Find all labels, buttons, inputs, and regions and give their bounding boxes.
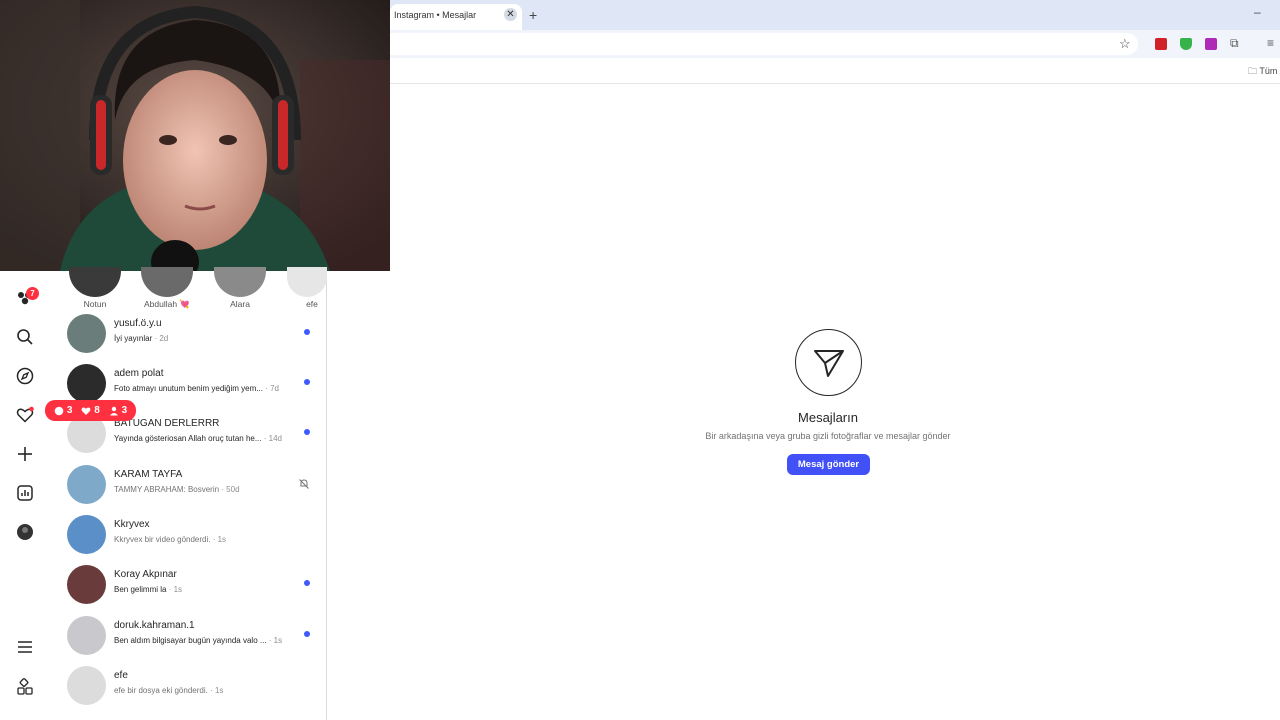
new-tab-button[interactable]: +	[529, 7, 537, 23]
search-icon[interactable]	[14, 326, 36, 348]
note-name: Notun	[83, 299, 107, 309]
explore-icon[interactable]	[14, 365, 36, 387]
conversation-avatar	[67, 364, 106, 403]
webcam-overlay	[0, 0, 390, 271]
unread-dot	[304, 429, 310, 435]
send-message-button[interactable]: Mesaj gönder	[787, 454, 870, 475]
conversation-avatar	[67, 616, 106, 655]
unread-dot	[304, 379, 310, 385]
conversation-avatar	[67, 565, 106, 604]
conversation-name: KARAM TAYFA	[114, 469, 183, 480]
threads-badge: 7	[26, 287, 39, 300]
tab-strip	[390, 0, 1280, 30]
conversation-preview: Ben aldım bilgisayar bugün yayında valo …	[114, 636, 283, 645]
purple-extension-icon[interactable]	[1205, 38, 1217, 50]
activity-notification-popup[interactable]: 3 8 3	[45, 400, 136, 421]
conversation-preview: İyi yayınlar · 2d	[114, 334, 169, 343]
bookmarks-bar	[390, 58, 1280, 84]
browser-tab[interactable]: Instagram • Mesajlar	[390, 4, 522, 30]
conversation-preview: Ben gelimmi la · 1s	[114, 585, 183, 594]
conversation-preview: Foto atmayı unutum benim yediğim yem... …	[114, 384, 279, 393]
empty-state-title: Mesajların	[798, 410, 858, 425]
tab-title: Instagram • Mesajlar	[394, 10, 477, 20]
muted-bell-icon	[298, 477, 310, 495]
puzzle-icon[interactable]: ⧉	[1230, 36, 1239, 51]
conversation-preview: Yayında gösteriosan Allah oruç tutan he.…	[114, 434, 282, 443]
conversation-row[interactable]: KARAM TAYFA TAMMY ABRAHAM: Bosverin · 50…	[50, 460, 326, 510]
comment-count: 3	[54, 405, 72, 416]
empty-state-subtitle: Bir arkadaşına veya gruba gizli fotoğraf…	[705, 431, 951, 441]
like-count: 8	[81, 405, 100, 416]
bookmark-folder[interactable]: 🗀 Tüm	[1248, 64, 1277, 80]
unread-dot	[304, 631, 310, 637]
conversation-avatar	[67, 465, 106, 504]
conversation-name: doruk.kahraman.1	[114, 620, 195, 631]
tab-close-icon[interactable]: ✕	[504, 8, 517, 21]
shield-extension-icon[interactable]	[1180, 38, 1192, 50]
like-icon	[81, 406, 91, 415]
conversation-row[interactable]: Koray Akpınar Ben gelimmi la · 1s	[50, 560, 326, 610]
create-icon[interactable]	[14, 443, 36, 465]
conversation-preview: efe bir dosya eki gönderdi. · 1s	[114, 686, 224, 695]
conversation-row[interactable]: doruk.kahraman.1 Ben aldım bilgisayar bu…	[50, 611, 326, 661]
follower-count: 3	[109, 405, 127, 416]
conversation-name: efe	[114, 670, 128, 681]
conversation-avatar	[67, 314, 106, 353]
unread-dot	[304, 580, 310, 586]
conversation-row[interactable]: yusuf.ö.y.u İyi yayınlar · 2d	[50, 309, 326, 359]
more-apps-icon[interactable]	[14, 676, 36, 698]
menu-icon[interactable]	[14, 636, 36, 658]
person-icon	[109, 406, 118, 415]
conversation-name: adem polat	[114, 368, 164, 379]
conversation-name: Kkryvex	[114, 519, 150, 530]
conversation-row[interactable]: efe efe bir dosya eki gönderdi. · 1s	[50, 661, 326, 711]
star-icon[interactable]: ☆	[1119, 36, 1131, 52]
messenger-icon	[795, 329, 862, 396]
pdf-extension-icon[interactable]	[1155, 38, 1167, 50]
conversation-row[interactable]: Kkryvex Kkryvex bir video gönderdi. · 1s	[50, 510, 326, 560]
note-name: Alara	[230, 299, 250, 309]
bookmark-folder-label: Tüm	[1259, 66, 1278, 76]
conversation-preview: Kkryvex bir video gönderdi. · 1s	[114, 535, 227, 544]
reading-list-icon[interactable]: ≡	[1267, 36, 1274, 50]
comment-icon	[54, 406, 64, 415]
conversation-name: Koray Akpınar	[114, 569, 177, 580]
conversation-name: yusuf.ö.y.u	[114, 318, 162, 329]
insights-icon[interactable]	[14, 482, 36, 504]
profile-avatar[interactable]	[14, 521, 36, 543]
conversation-preview: TAMMY ABRAHAM: Bosverin · 50d	[114, 485, 240, 494]
minimize-button[interactable]: –	[1254, 5, 1261, 19]
heart-icon[interactable]	[14, 404, 36, 426]
unread-dot	[304, 329, 310, 335]
conversation-avatar	[67, 515, 106, 554]
address-bar[interactable]	[390, 33, 1138, 55]
conversation-avatar	[67, 666, 106, 705]
folder-icon: 🗀	[1248, 66, 1258, 76]
note-name: efe	[306, 299, 318, 309]
